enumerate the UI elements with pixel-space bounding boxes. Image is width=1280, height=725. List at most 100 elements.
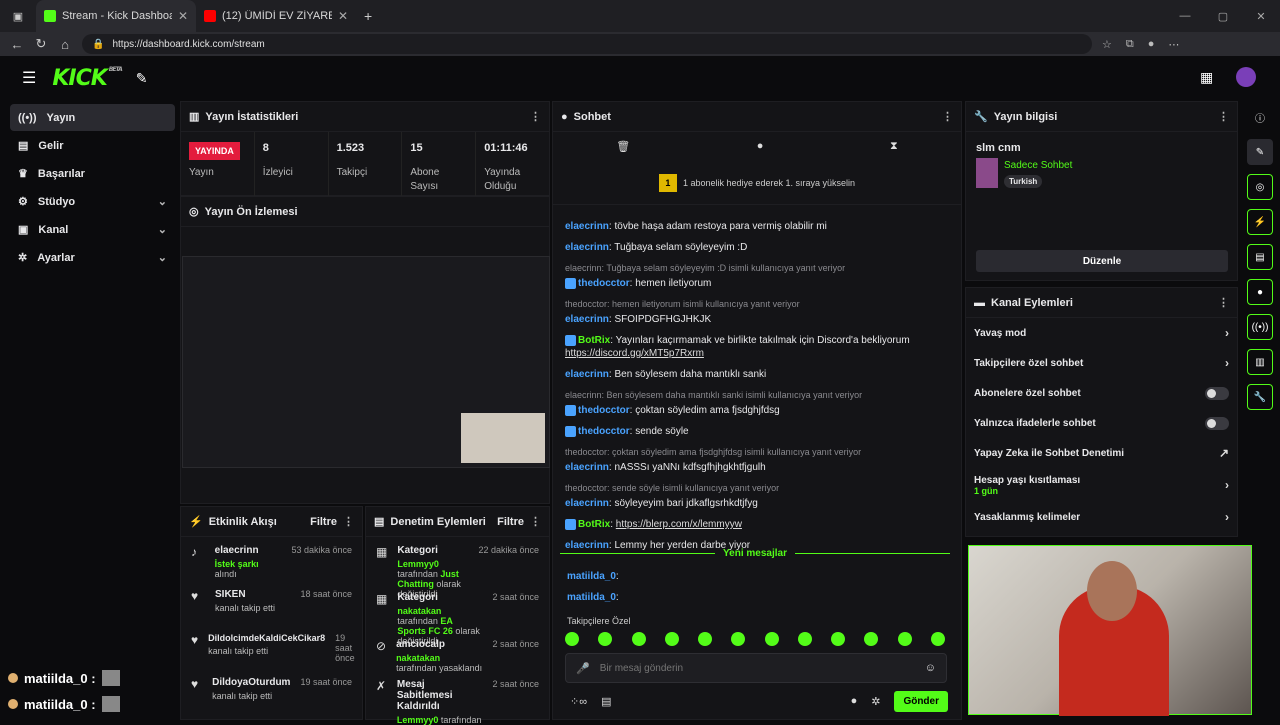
chat-bubble-icon[interactable]: ● bbox=[757, 140, 764, 153]
moderation-header: ▤ Denetim Eylemleri Filtre ⋮ bbox=[366, 507, 549, 537]
new-tab-icon[interactable]: + bbox=[364, 8, 372, 24]
slow-mode-row[interactable]: Yavaş mod › bbox=[966, 318, 1237, 348]
mic-icon[interactable]: 🎤 bbox=[576, 662, 590, 675]
chat-user[interactable]: elaecrinn bbox=[565, 498, 609, 509]
chat-text-input[interactable] bbox=[599, 662, 915, 674]
account-age-row[interactable]: Hesap yaşı kısıtlaması 1 gün › bbox=[966, 468, 1237, 502]
more-icon[interactable]: ⋮ bbox=[942, 110, 953, 123]
chat-user[interactable]: matiilda_0 bbox=[567, 592, 616, 603]
emote-icon[interactable] bbox=[764, 632, 779, 646]
edit-button[interactable]: Düzenle bbox=[976, 250, 1228, 272]
chat-user[interactable]: elaecrinn bbox=[565, 221, 609, 232]
tab-kick-dashboard[interactable]: Stream - Kick Dashboard ✕ bbox=[36, 0, 196, 32]
emote-icon[interactable] bbox=[598, 632, 613, 646]
kick-logo[interactable]: KICK BETA bbox=[52, 66, 122, 91]
banned-words-row[interactable]: Yasaklanmış kelimeler › bbox=[966, 502, 1237, 532]
category-name[interactable]: Sadece Sohbet bbox=[1004, 160, 1072, 171]
chat-user[interactable]: elaecrinn bbox=[565, 462, 609, 473]
rocket-icon[interactable]: ✎ bbox=[136, 70, 148, 87]
followers-only-row[interactable]: Takipçilere özel sohbet › bbox=[966, 348, 1237, 378]
preview-icon[interactable]: ◎ bbox=[1247, 174, 1273, 200]
document-icon[interactable]: ▤ bbox=[1247, 244, 1273, 270]
chat-user[interactable]: elaecrinn bbox=[565, 369, 609, 380]
more-icon[interactable]: ⋮ bbox=[530, 515, 541, 528]
send-button[interactable]: Gönder bbox=[894, 690, 948, 712]
emote-icon[interactable] bbox=[831, 632, 846, 646]
avatar[interactable] bbox=[1236, 67, 1256, 87]
menu-icon[interactable]: ⋯ bbox=[1168, 38, 1179, 51]
chat-user[interactable]: BotRix bbox=[578, 519, 610, 530]
stats-icon[interactable]: ▥ bbox=[1247, 349, 1273, 375]
chat-user[interactable]: thedocctor bbox=[578, 426, 630, 437]
maximize-icon[interactable]: ▢ bbox=[1204, 0, 1242, 32]
close-tab-icon[interactable]: ✕ bbox=[178, 9, 188, 23]
store-icon[interactable]: ▦ bbox=[1200, 69, 1213, 86]
chat-message: elaecrinn: Tuğbaya selam söyleyeyim :D bbox=[565, 241, 955, 254]
sidebar-item-gelir[interactable]: ▤ Gelir bbox=[10, 132, 175, 159]
stream-preview-video[interactable] bbox=[182, 256, 550, 468]
chat-settings-bubble-icon[interactable]: ● bbox=[851, 695, 858, 707]
chat-user[interactable]: elaecrinn bbox=[565, 314, 609, 325]
back-icon[interactable]: ← bbox=[10, 37, 24, 52]
filter-button[interactable]: Filtre bbox=[310, 516, 337, 528]
hourglass-icon[interactable]: ⧗ bbox=[890, 140, 898, 153]
tab-youtube[interactable]: (12) ÜMİDİ EV ZİYARETİ - YouTub ✕ bbox=[196, 0, 356, 32]
url-field[interactable]: 🔒 https://dashboard.kick.com/stream bbox=[82, 34, 1092, 54]
new-messages-divider[interactable]: Yeni mesajlar bbox=[560, 548, 950, 559]
sidebar-item-basarilar[interactable]: ♛ Başarılar bbox=[10, 160, 175, 187]
sidebar-item-ayarlar[interactable]: ✲ Ayarlar ⌄ bbox=[10, 244, 175, 271]
chat-user[interactable]: matiilda_0 bbox=[567, 571, 616, 582]
emote-icon[interactable] bbox=[797, 632, 812, 646]
broadcast-icon[interactable]: ((•)) bbox=[1247, 314, 1273, 340]
menu-burger-icon[interactable]: ☰ bbox=[22, 68, 36, 88]
favorite-icon[interactable]: ☆ bbox=[1102, 38, 1112, 51]
close-tab-icon[interactable]: ✕ bbox=[338, 9, 348, 23]
more-icon[interactable]: ⋮ bbox=[1218, 110, 1229, 123]
home-icon[interactable]: ⌂ bbox=[58, 37, 72, 52]
minimize-icon[interactable]: — bbox=[1166, 0, 1204, 32]
tag-badge[interactable]: Turkish bbox=[1004, 175, 1043, 188]
pencil-icon[interactable]: ✎ bbox=[1247, 139, 1273, 165]
close-window-icon[interactable]: ✕ bbox=[1242, 0, 1280, 32]
points-icon[interactable]: ⁘∞ bbox=[570, 695, 587, 708]
emote-icon[interactable] bbox=[631, 632, 646, 646]
gift-icon[interactable]: ▤ bbox=[601, 695, 611, 708]
extensions-icon[interactable]: ⧉ bbox=[1126, 38, 1134, 51]
url-text: https://dashboard.kick.com/stream bbox=[112, 38, 265, 50]
more-icon[interactable]: ⋮ bbox=[343, 515, 354, 528]
reload-icon[interactable]: ↻ bbox=[34, 36, 48, 52]
more-icon[interactable]: ⋮ bbox=[530, 110, 541, 123]
chat-user[interactable]: thedocctor bbox=[578, 405, 630, 416]
info-icon[interactable]: ⓘ bbox=[1247, 104, 1273, 130]
chat-user[interactable]: BotRix bbox=[578, 335, 610, 346]
sidebar-item-kanal[interactable]: ▣ Kanal ⌄ bbox=[10, 216, 175, 243]
emote-icon[interactable] bbox=[930, 632, 945, 646]
sidebar-item-yayin[interactable]: ((•)) Yayın bbox=[10, 104, 175, 131]
subs-only-toggle[interactable] bbox=[1205, 386, 1229, 400]
emote-only-toggle[interactable] bbox=[1205, 416, 1229, 430]
emote-icon[interactable] bbox=[731, 632, 746, 646]
emote-icon[interactable] bbox=[897, 632, 912, 646]
filter-button[interactable]: Filtre bbox=[497, 516, 524, 528]
chat-user[interactable]: thedocctor bbox=[578, 278, 630, 289]
emote-icon[interactable] bbox=[864, 632, 879, 646]
chat-input[interactable]: 🎤 ☺ bbox=[565, 653, 947, 683]
emote-icon[interactable] bbox=[698, 632, 713, 646]
emote-icon[interactable] bbox=[664, 632, 679, 646]
chat-link[interactable]: https://discord.gg/xMT5p7Rxrm bbox=[565, 348, 704, 359]
tab-actions-icon[interactable]: ▣ bbox=[0, 10, 36, 23]
chat-user[interactable]: elaecrinn bbox=[565, 242, 609, 253]
emoji-icon[interactable]: ☺ bbox=[925, 662, 936, 674]
chat-link[interactable]: https://blerp.com/x/lemmyyw bbox=[616, 519, 742, 530]
trash-icon[interactable]: 🗑 bbox=[616, 140, 630, 153]
gift-leaderboard[interactable]: 1 1 abonelik hediye ederek 1. sıraya yük… bbox=[553, 161, 961, 205]
emote-icon[interactable] bbox=[565, 632, 579, 646]
gear-icon[interactable]: ✲ bbox=[871, 695, 880, 708]
more-icon[interactable]: ⋮ bbox=[1218, 296, 1229, 309]
wrench-icon[interactable]: 🔧 bbox=[1247, 384, 1273, 410]
bolt-icon[interactable]: ⚡ bbox=[1247, 209, 1273, 235]
profile-icon[interactable]: ● bbox=[1148, 38, 1155, 51]
chat-bubble-icon[interactable]: ● bbox=[1247, 279, 1273, 305]
sidebar-item-studyo[interactable]: ⚙ Stüdyo ⌄ bbox=[10, 188, 175, 215]
ai-moderation-row[interactable]: Yapay Zeka ile Sohbet Denetimi ↗ bbox=[966, 438, 1237, 468]
